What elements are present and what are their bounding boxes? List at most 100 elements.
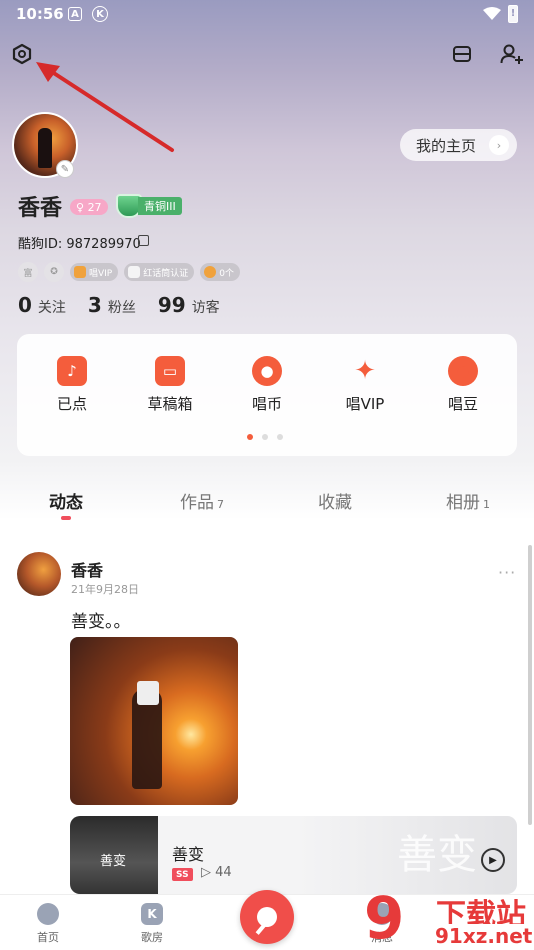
scan-icon (453, 46, 471, 62)
status-bar: 10:56 A K ! (0, 0, 534, 30)
profile-name: 香香 (18, 196, 63, 221)
play-button[interactable]: ▶ (481, 848, 505, 872)
tab-count: 7 (217, 498, 224, 511)
battery-icon: ! (508, 5, 518, 23)
wifi-icon (483, 7, 501, 20)
stats-row: 0 关注 3 粉丝 99 访客 (18, 293, 220, 317)
mic-cert-label: 红话筒认证 (143, 268, 189, 279)
sing-button[interactable] (240, 890, 294, 944)
tab-favorites[interactable]: 收藏 (318, 488, 352, 513)
nav-home[interactable]: 首页 (18, 903, 78, 945)
medal-count: 0个 (219, 268, 234, 279)
mic-cert-badge[interactable]: 红话筒认证 (124, 263, 195, 281)
scrollbar[interactable] (528, 545, 532, 825)
page-dot (262, 434, 268, 440)
tab-works[interactable]: 作品 7 (180, 488, 224, 513)
quick-item-coins[interactable]: ● 唱币 (222, 356, 312, 414)
microphone-icon (257, 907, 277, 927)
quality-badge: SS (172, 868, 193, 881)
stat-fans[interactable]: 3 粉丝 (88, 293, 136, 317)
page-dot (277, 434, 283, 440)
quick-item-drafts[interactable]: ▭ 草稿箱 (125, 356, 215, 414)
vip-badge-icon (74, 266, 86, 278)
rank-label: 青铜III (138, 197, 182, 215)
tab-label: 相册 (446, 493, 480, 513)
quick-item-ordered[interactable]: ♪ 已点 (27, 356, 117, 414)
song-title: 善变 (172, 845, 205, 864)
nav-ktv-room[interactable]: K 歌房 (122, 903, 182, 945)
chevron-right-icon: › (489, 135, 509, 155)
watermark-url: 91xz.net (432, 924, 534, 948)
female-icon: ♀ (76, 200, 88, 214)
tab-count: 1 (483, 498, 490, 511)
kugou-id: 酷狗ID: 987289970 (18, 237, 141, 252)
gender-level-badge: ♀ 27 (70, 199, 108, 215)
star-badge-icon[interactable]: ✪ (44, 262, 64, 282)
profile-tabs: 动态 作品 7 收藏 相册 1 (0, 478, 534, 522)
song-cover-text: 善变 (100, 854, 127, 869)
quick-item-label: 草稿箱 (147, 395, 193, 413)
wealth-badge[interactable]: 富 (18, 262, 38, 282)
song-card[interactable]: 善变 善变 善变 SS ▷ 44 ▶ (70, 816, 517, 894)
vip-badge[interactable]: 唱VIP (70, 263, 119, 281)
quick-item-label: 已点 (56, 395, 87, 413)
tab-underline (61, 516, 71, 520)
nav-label: 首页 (37, 931, 59, 944)
visitors-label: 访客 (191, 300, 220, 316)
tab-moments[interactable]: 动态 (49, 488, 83, 513)
song-watermark-text: 善变 (397, 832, 477, 878)
tab-label: 动态 (49, 493, 83, 513)
post-date: 21年9月28日 (71, 583, 139, 596)
quick-item-beans[interactable]: ● 唱豆 (418, 356, 508, 414)
status-time: 10:56 (16, 5, 64, 23)
post-text: 善变。。 (71, 612, 131, 632)
post-photo[interactable] (70, 637, 238, 805)
page-dot-active (247, 434, 253, 440)
quick-item-label: 唱豆 (447, 395, 478, 413)
edit-avatar-icon[interactable]: ✎ (56, 160, 74, 178)
quick-item-label: 唱VIP (345, 395, 385, 413)
my-homepage-button[interactable]: 我的主页 › (400, 129, 517, 161)
tab-label: 作品 (180, 493, 214, 513)
quick-item-vip[interactable]: ✦ 唱VIP (320, 356, 410, 414)
medal-badge[interactable]: 0个 (200, 263, 240, 281)
play-count: ▷ 44 (201, 865, 232, 880)
watermark-digit: 9 (364, 884, 405, 950)
page-indicator (247, 434, 283, 440)
nav-label: 歌房 (141, 931, 163, 944)
medal-icon (204, 266, 217, 278)
stat-visitors[interactable]: 99 访客 (158, 293, 220, 317)
site-watermark-logo: 9 下载站 91xz.net (360, 884, 534, 950)
more-options-icon[interactable]: ··· (498, 563, 516, 582)
vip-badge-label: 唱VIP (89, 268, 113, 279)
music-note-icon: ♪ (57, 356, 87, 386)
add-user-icon (500, 44, 523, 64)
home-planet-icon (37, 903, 59, 925)
quick-item-label: 唱币 (251, 395, 282, 413)
song-cover: 善变 (70, 816, 158, 894)
quick-actions-card: ♪ 已点 ▭ 草稿箱 ● 唱币 ✦ 唱VIP ● 唱豆 (17, 334, 517, 456)
following-count: 0 (18, 293, 32, 317)
stat-following[interactable]: 0 关注 (18, 293, 66, 317)
add-friend-button[interactable] (498, 40, 526, 68)
post-author-avatar[interactable] (17, 552, 61, 596)
ktv-k-icon: K (141, 903, 163, 925)
tab-album[interactable]: 相册 1 (446, 488, 490, 513)
app-k-icon: K (92, 6, 108, 22)
rank-badge[interactable]: 青铜III (116, 194, 182, 218)
level-number: 27 (87, 200, 102, 214)
tab-label: 收藏 (318, 493, 352, 513)
visitors-count: 99 (157, 293, 186, 317)
copy-icon[interactable] (138, 235, 149, 246)
coin-mic-icon: ● (252, 356, 282, 386)
inbox-icon: ▭ (155, 356, 185, 386)
post-author-name[interactable]: 香香 (71, 557, 103, 581)
badge-row: 富 ✪ 唱VIP 红话筒认证 0个 (18, 262, 240, 282)
app-a-icon: A (68, 7, 82, 21)
my-homepage-label: 我的主页 (416, 136, 477, 155)
fans-count: 3 (87, 293, 102, 317)
scan-button[interactable] (448, 40, 476, 68)
mic-icon (128, 266, 141, 278)
bean-icon: ● (448, 356, 478, 386)
vip-icon: ✦ (354, 356, 376, 386)
